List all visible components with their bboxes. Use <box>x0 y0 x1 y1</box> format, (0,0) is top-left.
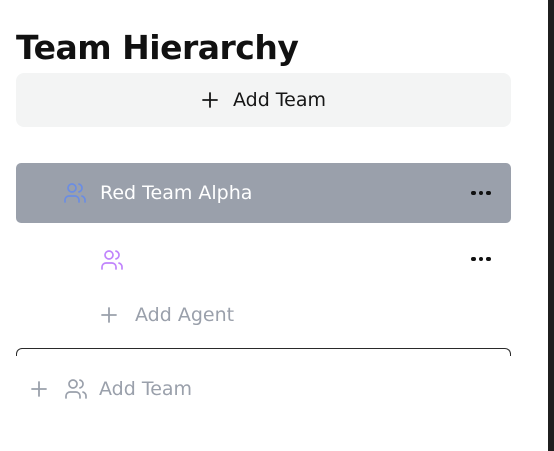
add-agent-button[interactable]: Add Agent <box>100 304 234 326</box>
users-icon <box>64 183 86 203</box>
add-agent-label: Add Agent <box>135 304 235 326</box>
team-hierarchy-panel: Team Hierarchy Add Team Red Team Alpha A… <box>0 0 548 451</box>
add-team-button[interactable]: Add Team <box>16 73 511 127</box>
add-team-bottom-label: Add Team <box>99 378 193 400</box>
add-team-label: Add Team <box>232 89 327 111</box>
plus-icon <box>101 307 117 323</box>
divider <box>16 348 511 356</box>
agent-more-options-icon[interactable] <box>467 249 495 269</box>
window-edge <box>548 0 554 451</box>
agent-item[interactable] <box>16 235 511 283</box>
plus-icon <box>31 381 47 397</box>
page-title: Team Hierarchy <box>16 28 299 67</box>
users-icon <box>65 379 87 399</box>
team-more-options-icon[interactable] <box>467 183 495 203</box>
team-name: Red Team Alpha <box>100 182 253 204</box>
plus-icon <box>202 92 218 108</box>
team-item-red-team-alpha[interactable]: Red Team Alpha <box>16 163 511 223</box>
add-team-button-bottom[interactable]: Add Team <box>30 377 192 401</box>
users-icon <box>101 250 123 270</box>
